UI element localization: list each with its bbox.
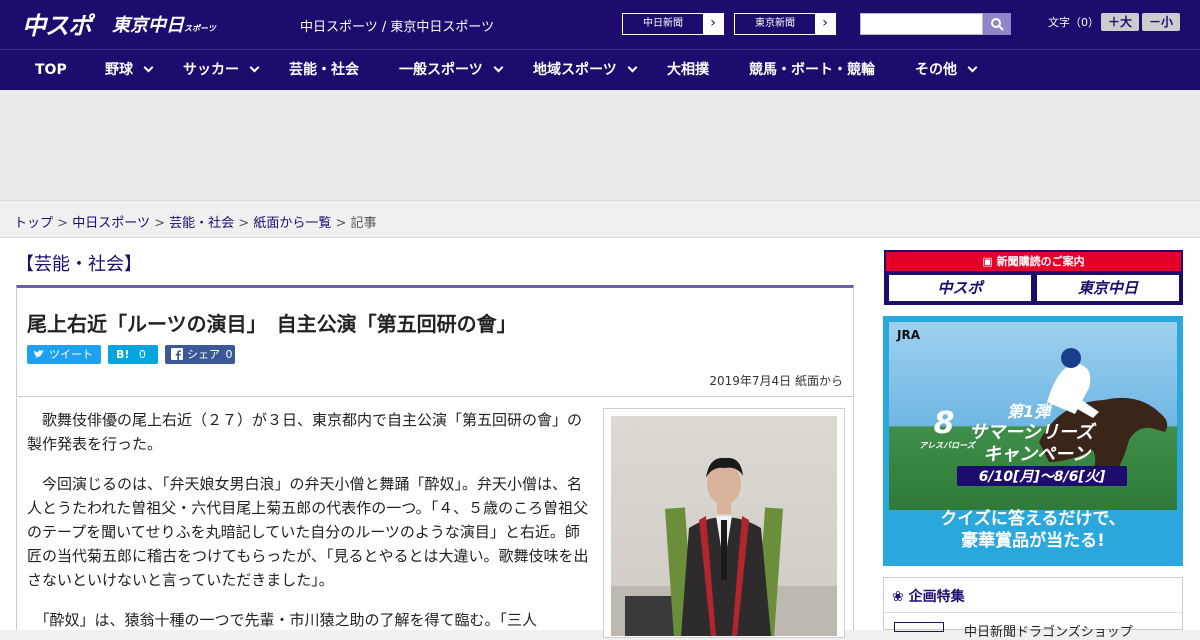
site-tagline: 中日スポーツ / 東京中日スポーツ — [300, 20, 495, 35]
nav-item-local-sports[interactable]: 地域スポーツ — [533, 50, 638, 90]
main-content: 【芸能・社会】 尾上右近「ルーツの演目」 自主公演「第五回研の會」 ツイート B… — [0, 238, 1200, 640]
article-body: 歌舞伎俳優の尾上右近（２７）が３日、東京都内で自主公演「第五回研の會」の製作発表… — [16, 398, 854, 638]
nav-label: 一般スポーツ — [399, 62, 483, 78]
tokyo-shimbun-link[interactable]: 東京新聞 › — [734, 13, 836, 35]
chunichi-shimbun-link[interactable]: 中日新聞 › — [622, 13, 724, 35]
article-date: 2019年7月4日 紙面から — [709, 374, 843, 388]
breadcrumb-link-paper-list[interactable]: 紙面から一覧 — [253, 216, 331, 231]
newspaper-icon: ▣ — [982, 255, 997, 268]
nav-item-sumo[interactable]: 大相撲 — [667, 50, 709, 90]
search-button[interactable] — [983, 13, 1011, 35]
article-photo[interactable] — [611, 416, 837, 636]
chuspo-logo[interactable]: 中スポ — [22, 6, 92, 41]
font-size-label: 文字（0） — [1048, 16, 1099, 29]
jra-logo: JRA — [897, 328, 920, 342]
nav-label: 競馬・ボート・競輪 — [749, 62, 875, 78]
ribbon-icon: ❀ — [892, 589, 909, 605]
jra-campaign-title: 8 アレスバローズ 第1弾 サマーシリーズ キャンペーン 6/10[月]～8/6… — [919, 396, 1127, 486]
nav-item-other[interactable]: その他 — [915, 50, 978, 90]
facebook-icon — [171, 345, 183, 366]
chunichi-shimbun-label: 中日新聞 — [623, 14, 703, 34]
campaign-sub: アレスバローズ — [919, 441, 975, 450]
person-photo-illustration — [611, 457, 837, 636]
breadcrumb-separator: > — [154, 216, 165, 231]
nav-label: 地域スポーツ — [533, 62, 617, 78]
breadcrumb-separator: > — [238, 216, 250, 231]
tokyo-chunichi-logo-small: スポーツ — [184, 24, 216, 33]
tokyo-chunichi-logo-text: 東京中日 — [112, 15, 184, 36]
article-photo-frame — [603, 408, 845, 638]
special-feature-item[interactable]: 中日新聞ドラゴンズショップ — [964, 621, 1133, 640]
breadcrumb-current: 記事 — [350, 216, 377, 231]
campaign-number: 8 — [933, 406, 955, 441]
dragons-shop-thumb[interactable] — [894, 622, 944, 632]
nav-item-entertainment[interactable]: 芸能・社会 — [289, 50, 359, 90]
breadcrumb-separator: > — [57, 216, 69, 231]
nav-label: その他 — [915, 62, 957, 78]
chevron-down-icon — [627, 62, 638, 73]
breadcrumb: トップ > 中日スポーツ > 芸能・社会 > 紙面から一覧 > 記事 — [0, 200, 1200, 238]
subscribe-banner[interactable]: ▣ 新聞購読のご案内 中スポ 東京中日 — [884, 250, 1183, 305]
special-feature-title: ❀ 企画特集 — [892, 586, 965, 606]
special-feature-label: 企画特集 — [908, 589, 965, 605]
jra-quiz-text: クイズに答えるだけで、 豪華賞品が当たる! — [883, 508, 1183, 552]
campaign-dates: 6/10[月]～8/6[火] — [957, 466, 1127, 486]
tweet-button[interactable]: ツイート — [27, 345, 101, 364]
hatena-icon: B! — [116, 348, 130, 361]
article-title: 尾上右近「ルーツの演目」 自主公演「第五回研の會」 — [27, 312, 517, 336]
tweet-label: ツイート — [49, 348, 93, 361]
subscribe-header: ▣ 新聞購読のご案内 — [886, 252, 1181, 271]
twitter-icon — [33, 345, 45, 366]
breadcrumb-trail: トップ > 中日スポーツ > 芸能・社会 > 紙面から一覧 > 記事 — [14, 212, 377, 231]
quiz-line-2: 豪華賞品が当たる! — [961, 531, 1105, 551]
divider — [884, 612, 1182, 613]
quiz-line-1: クイズに答えるだけで、 — [940, 509, 1126, 529]
breadcrumb-link-entertainment[interactable]: 芸能・社会 — [169, 216, 234, 231]
chevron-right-icon: › — [822, 15, 828, 31]
nav-label: 野球 — [105, 62, 133, 78]
nav-item-top[interactable]: TOP — [35, 50, 67, 90]
campaign-title-line2: キャンペーン — [983, 444, 1091, 465]
nav-label: サッカー — [183, 62, 239, 78]
subscribe-tokyo-chunichi-logo[interactable]: 東京中日 — [1037, 275, 1179, 301]
nav-item-soccer[interactable]: サッカー — [183, 50, 260, 90]
facebook-share-button[interactable]: シェア 0 — [165, 345, 235, 364]
nav-item-baseball[interactable]: 野球 — [105, 50, 154, 90]
nav-label: TOP — [35, 62, 67, 78]
jra-advertisement[interactable]: JRA 8 アレスバローズ 第1弾 サマーシリーズ キャンペーン 6/10[月]… — [883, 316, 1183, 566]
article-paragraph: 歌舞伎俳優の尾上右近（２７）が３日、東京都内で自主公演「第五回研の會」の製作発表… — [27, 411, 583, 453]
nav-label: 大相撲 — [667, 62, 709, 78]
hatena-count: 0 — [138, 348, 146, 361]
breadcrumb-link-top[interactable]: トップ — [14, 216, 53, 231]
chevron-down-icon — [967, 62, 978, 73]
top-header: 中スポ 東京中日スポーツ 中日スポーツ / 東京中日スポーツ 中日新聞 › 東京… — [0, 0, 1200, 49]
search-input[interactable] — [860, 13, 983, 35]
main-nav: TOP 野球 サッカー 芸能・社会 一般スポーツ 地域スポーツ 大相撲 競馬・ボ… — [0, 49, 1200, 90]
ad-banner-area — [0, 90, 1200, 200]
hatena-bookmark-button[interactable]: B! 0 — [108, 345, 158, 364]
nav-item-racing[interactable]: 競馬・ボート・競輪 — [749, 50, 875, 90]
subscribe-chuspo-logo[interactable]: 中スポ — [889, 275, 1031, 301]
article-paragraph: 「酔奴」は、猿翁十種の一つで先輩・市川猿之助の了解を得て臨む。「三人 — [27, 611, 538, 629]
facebook-share-label: シェア — [187, 348, 220, 361]
article-header: 尾上右近「ルーツの演目」 自主公演「第五回研の會」 ツイート B! 0 シェア … — [16, 285, 854, 397]
special-feature-box: ❀ 企画特集 中日新聞ドラゴンズショップ — [883, 577, 1183, 640]
chevron-down-icon — [493, 62, 504, 73]
chevron-right-icon: › — [710, 15, 716, 31]
tokyo-chunichi-logo[interactable]: 東京中日スポーツ — [112, 11, 216, 37]
search-icon — [991, 18, 1004, 31]
breadcrumb-separator: > — [335, 216, 347, 231]
article-paragraph: 今回演じるのは、「弁天娘女男白浪」の弁天小僧と舞踊「酔奴」。弁天小僧は、名人とう… — [27, 475, 589, 589]
facebook-share-count: 0 — [225, 348, 233, 361]
font-larger-button[interactable]: ＋大 — [1101, 13, 1139, 31]
breadcrumb-link-chunichi-sports[interactable]: 中日スポーツ — [72, 216, 150, 231]
font-smaller-button[interactable]: －小 — [1142, 13, 1180, 31]
category-heading: 【芸能・社会】 — [16, 254, 142, 275]
nav-label: 芸能・社会 — [289, 62, 359, 78]
subscribe-header-label: 新聞購読のご案内 — [996, 255, 1085, 268]
chevron-down-icon — [249, 62, 260, 73]
chevron-down-icon — [143, 62, 154, 73]
tokyo-shimbun-label: 東京新聞 — [735, 14, 815, 34]
nav-item-general-sports[interactable]: 一般スポーツ — [399, 50, 504, 90]
